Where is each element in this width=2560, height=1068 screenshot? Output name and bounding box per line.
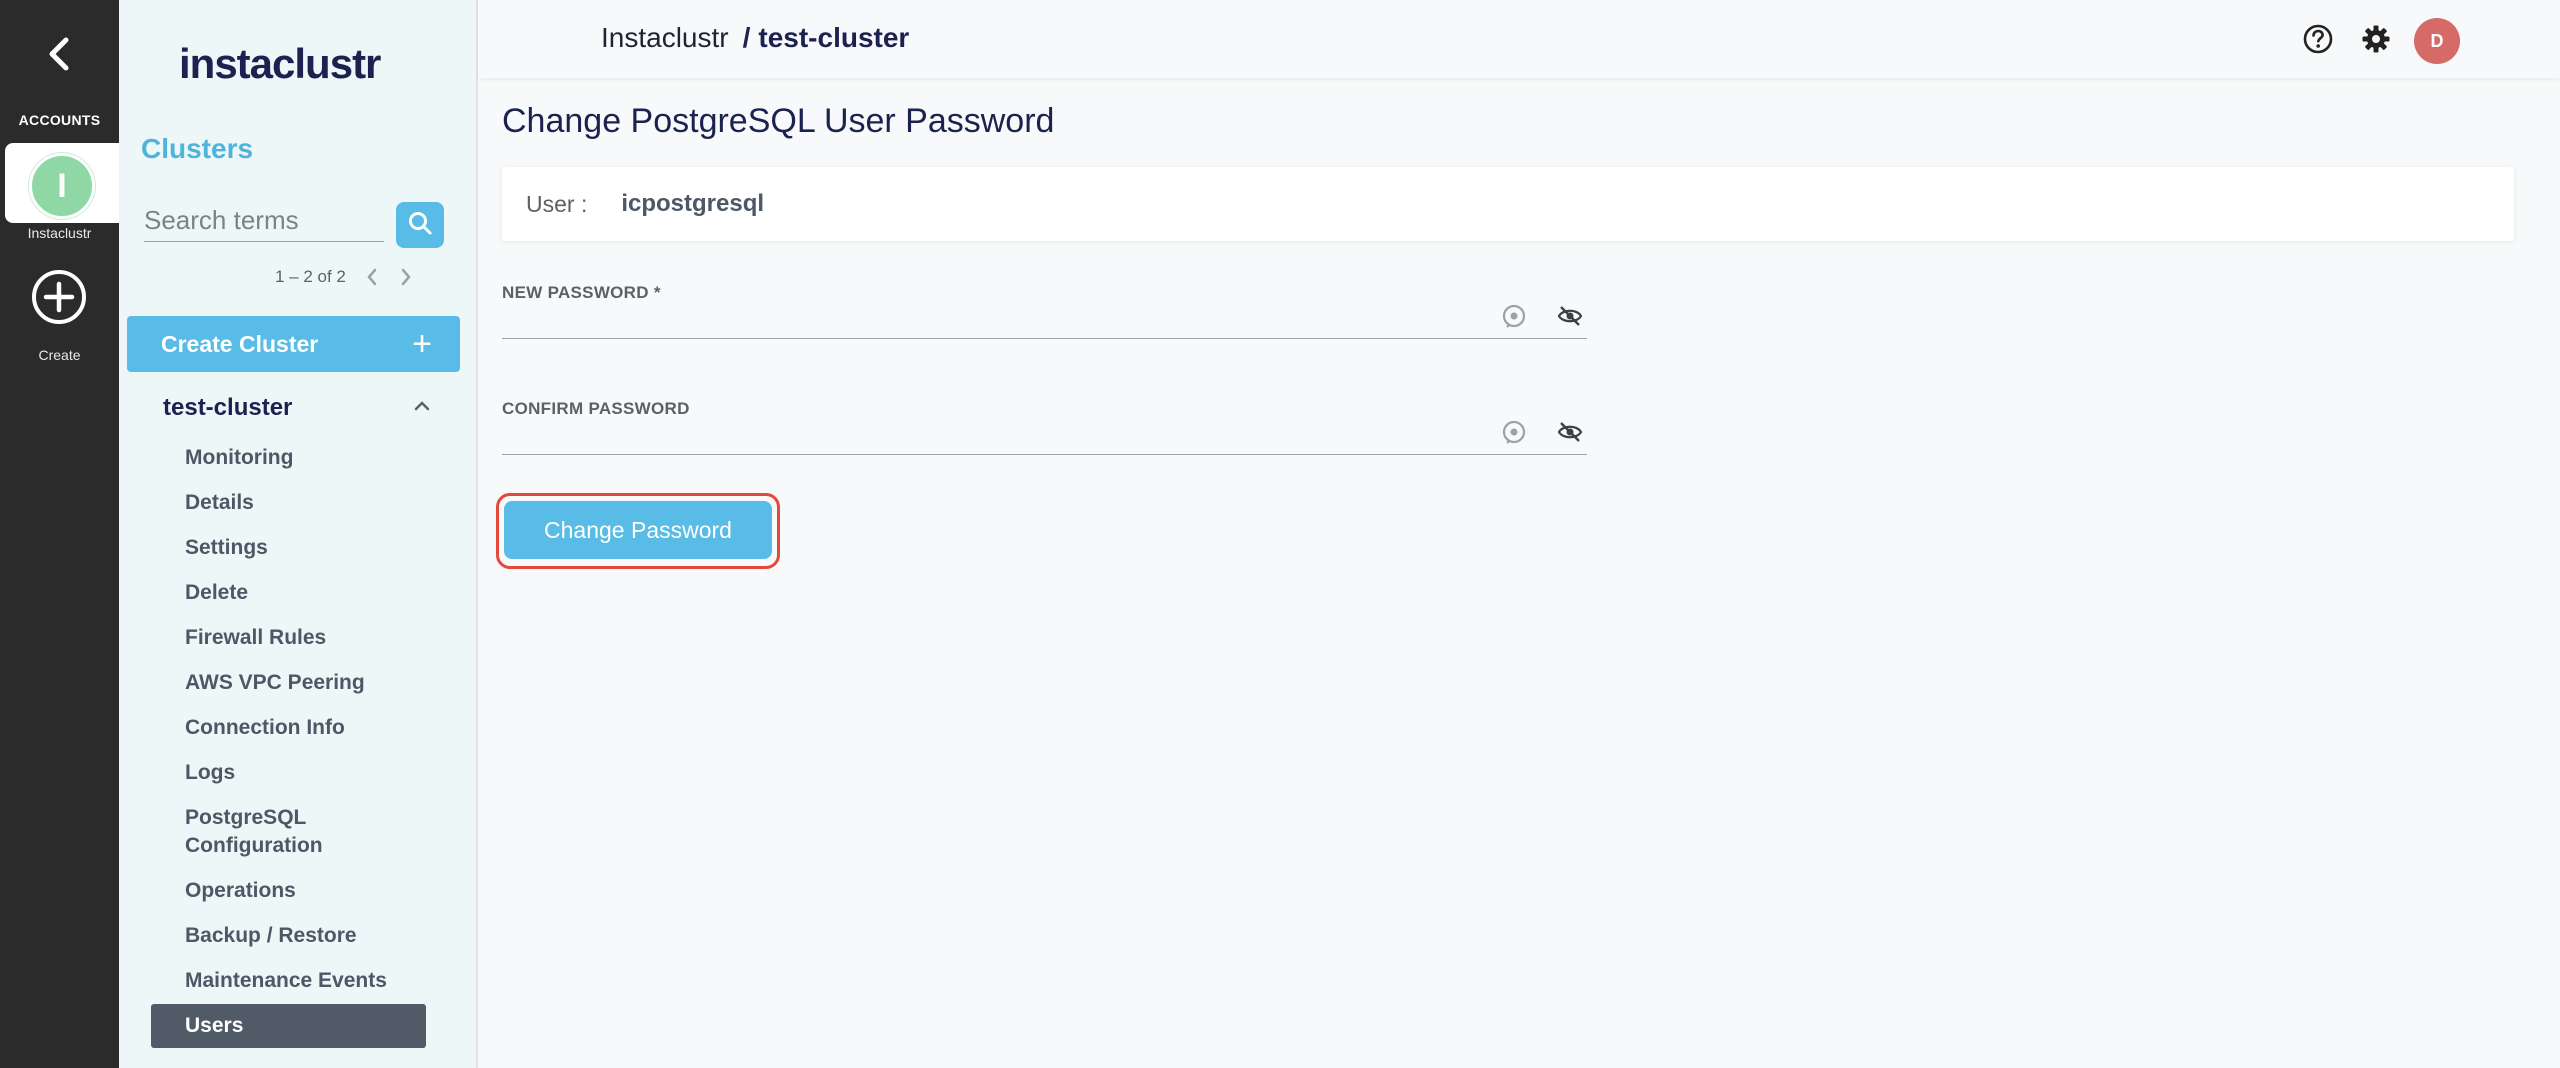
confirm-password-label: CONFIRM PASSWORD — [502, 399, 690, 418]
breadcrumb: Instaclustr / test-cluster — [601, 22, 909, 54]
new-password-label: NEW PASSWORD * — [502, 283, 661, 302]
search-input[interactable] — [144, 200, 384, 241]
create-cluster-button[interactable]: Create Cluster + — [127, 316, 460, 372]
clusters-sidebar: instaclustr Clusters 1 – 2 of 2 Create C… — [119, 0, 478, 1068]
help-button[interactable] — [2298, 21, 2338, 61]
menu-item-delete[interactable]: Delete — [151, 571, 451, 616]
account-avatar: I — [29, 153, 95, 219]
confirm-password-field: CONFIRM PASSWORD — [502, 399, 1587, 455]
user-info-card: User : icpostgresql — [502, 167, 2514, 241]
create-account-button[interactable] — [30, 268, 88, 331]
generate-password-icon[interactable] — [1501, 419, 1527, 445]
accounts-rail: ACCOUNTS I Instaclustr Create — [0, 0, 119, 1068]
menu-item-details[interactable]: Details — [151, 481, 451, 526]
search-icon — [407, 210, 433, 241]
menu-item-aws-vpc-peering[interactable]: AWS VPC Peering — [151, 661, 451, 706]
new-password-actions — [1471, 303, 1583, 329]
top-header: Instaclustr / test-cluster D — [478, 0, 2560, 78]
chevron-left-icon — [44, 34, 74, 79]
confirm-password-input[interactable] — [502, 419, 1502, 451]
menu-item-settings[interactable]: Settings — [151, 526, 451, 571]
menu-item-connection-info[interactable]: Connection Info — [151, 706, 451, 751]
change-password-button[interactable]: Change Password — [504, 501, 772, 559]
breadcrumb-current: test-cluster — [758, 22, 910, 53]
pagination-text: 1 – 2 of 2 — [275, 267, 346, 286]
toggle-visibility-icon[interactable] — [1557, 305, 1583, 327]
chevron-up-icon — [412, 399, 432, 418]
user-value: icpostgresql — [621, 190, 765, 217]
gear-icon — [2360, 23, 2392, 60]
create-label: Create — [38, 347, 81, 363]
menu-item-monitoring[interactable]: Monitoring — [151, 436, 451, 481]
user-key: User : — [526, 190, 588, 217]
breadcrumb-separator: / — [742, 22, 751, 53]
plus-circle-icon — [30, 268, 88, 331]
pagination: 1 – 2 of 2 — [275, 266, 414, 288]
help-icon — [2302, 23, 2334, 60]
account-name: Instaclustr — [27, 225, 92, 241]
new-password-field: NEW PASSWORD * — [502, 283, 1587, 339]
menu-item-backup-restore[interactable]: Backup / Restore — [151, 914, 451, 959]
back-button[interactable] — [30, 30, 88, 82]
menu-item-operations[interactable]: Operations — [151, 869, 451, 914]
generate-password-icon[interactable] — [1501, 303, 1527, 329]
cluster-name: test-cluster — [163, 394, 293, 421]
user-avatar[interactable]: D — [2414, 18, 2460, 64]
breadcrumb-root[interactable]: Instaclustr — [601, 22, 729, 54]
cluster-menu: Monitoring Details Settings Delete Firew… — [151, 436, 451, 1048]
accounts-heading: ACCOUNTS — [18, 112, 101, 128]
plus-icon: + — [412, 324, 432, 363]
toggle-visibility-icon[interactable] — [1557, 421, 1583, 443]
next-page-button[interactable] — [398, 266, 414, 288]
new-password-input[interactable] — [502, 303, 1502, 335]
search-field — [144, 200, 384, 242]
account-tile[interactable]: I — [5, 143, 119, 223]
search-button[interactable] — [396, 202, 444, 248]
menu-item-maintenance-events[interactable]: Maintenance Events — [151, 959, 451, 1004]
menu-item-firewall-rules[interactable]: Firewall Rules — [151, 616, 451, 661]
header-actions: D — [2280, 18, 2460, 64]
page-title: Change PostgreSQL User Password — [502, 102, 1055, 140]
prev-page-button[interactable] — [364, 266, 380, 288]
sidebar-title: Clusters — [141, 133, 254, 164]
create-cluster-label: Create Cluster — [161, 330, 319, 357]
menu-item-logs[interactable]: Logs — [151, 751, 451, 796]
instaclustr-logo: instaclustr — [179, 40, 381, 87]
confirm-password-actions — [1471, 419, 1583, 445]
menu-item-users[interactable]: Users — [151, 1004, 426, 1048]
settings-button[interactable] — [2356, 21, 2396, 61]
cluster-item-test-cluster[interactable]: test-cluster — [127, 380, 460, 436]
menu-item-postgresql-configuration[interactable]: PostgreSQL Configuration — [151, 796, 391, 869]
